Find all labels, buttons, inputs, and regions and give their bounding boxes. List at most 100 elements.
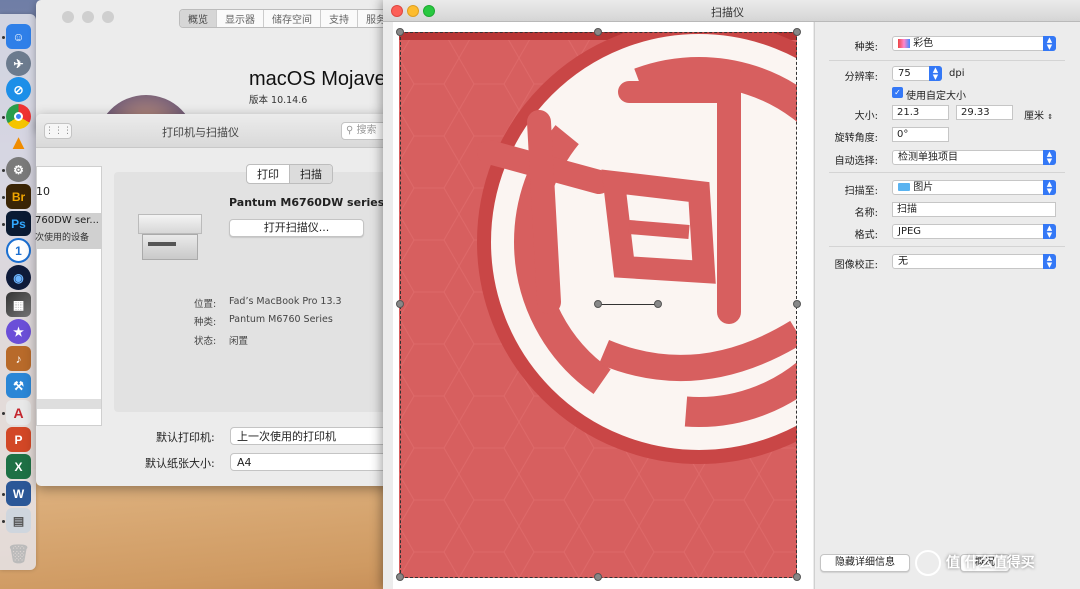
- open-scanner-button[interactable]: 打开扫描仪...: [229, 219, 364, 237]
- paper-size-select[interactable]: A4: [230, 453, 390, 471]
- title-bar: 扫描仪: [383, 0, 1080, 22]
- name-label: 名称:: [854, 208, 878, 219]
- running-dot: [2, 520, 5, 523]
- xcode-icon[interactable]: ⚒: [6, 373, 31, 398]
- launchpad-icon[interactable]: ✈: [6, 51, 31, 76]
- font-book-icon[interactable]: A: [6, 400, 31, 425]
- tab-print[interactable]: 打印: [247, 165, 290, 183]
- window-title: 打印机与扫描仪: [162, 126, 239, 139]
- grid-view-button[interactable]: ⋮⋮⋮: [44, 123, 72, 139]
- auto-select-label: 自动选择:: [834, 156, 878, 167]
- chrome-icon[interactable]: [6, 104, 31, 129]
- rotation-handle[interactable]: [654, 300, 662, 308]
- resize-handle[interactable]: [396, 28, 404, 36]
- height-field[interactable]: 29.33: [956, 105, 1013, 120]
- running-dot: [2, 196, 5, 199]
- tab-scan[interactable]: 扫描: [290, 165, 332, 183]
- powerpoint-icon[interactable]: P: [6, 427, 31, 452]
- resolution-label: 分辨率:: [844, 72, 878, 83]
- folder-icon: [898, 183, 910, 191]
- rotation-handle-line: [598, 304, 658, 305]
- format-select[interactable]: JPEG ▲ ▼: [892, 224, 1056, 239]
- list-item-subtitle: 次使用的设备: [35, 233, 90, 243]
- list-item-selected[interactable]: 760DW ser... 次使用的设备: [35, 213, 101, 249]
- zoom-button[interactable]: [102, 11, 114, 23]
- printers-scanners-window: ⋮⋮⋮ 打印机与扫描仪 ⚲ 搜索 10 760DW ser... 次使用的设备 …: [35, 114, 401, 486]
- image-correction-select[interactable]: 无 ▲ ▼: [892, 254, 1056, 269]
- size-unit-select[interactable]: 厘米 ⇕: [1024, 107, 1053, 122]
- tab-overview[interactable]: 概览: [180, 10, 217, 27]
- status-label: 状态:: [194, 336, 217, 347]
- dock: ☺ ✈ ⊘ ▲ ⚙ Br Ps 1 ◉ ▦ ★ ♪ ⚒ A P X W ▤ 🗑: [0, 14, 36, 570]
- minimize-button[interactable]: [407, 5, 419, 17]
- list-footer: [37, 399, 101, 409]
- list-item-name: 760DW ser...: [35, 215, 99, 226]
- printer-name: Pantum M6760DW series: [229, 196, 385, 209]
- minimize-button[interactable]: [82, 11, 94, 23]
- custom-size-label: 使用自定大小: [906, 91, 966, 102]
- tab-displays[interactable]: 显示器: [217, 10, 264, 27]
- zoom-button[interactable]: [423, 5, 435, 17]
- trash-icon[interactable]: 🗑: [6, 542, 31, 567]
- paper-size-label: 默认纸张大小:: [145, 457, 215, 470]
- tab-storage[interactable]: 储存空间: [264, 10, 321, 27]
- format-label: 格式:: [854, 230, 878, 241]
- resolution-unit: dpi: [949, 68, 965, 79]
- running-dot: [2, 493, 5, 496]
- auto-select-value: 检测单独项目: [898, 152, 958, 163]
- finder-icon[interactable]: ☺: [6, 24, 31, 49]
- imovie-icon[interactable]: ★: [6, 319, 31, 344]
- kind-select[interactable]: 彩色 ▲ ▼: [892, 36, 1056, 51]
- size-label: 大小:: [854, 111, 878, 122]
- hide-details-button[interactable]: 隐藏详细信息: [820, 554, 910, 572]
- divider: [829, 60, 1065, 61]
- running-dot: [2, 412, 5, 415]
- close-button[interactable]: [62, 11, 74, 23]
- divider: [829, 246, 1065, 247]
- resize-handle[interactable]: [793, 28, 801, 36]
- close-button[interactable]: [391, 5, 403, 17]
- auto-select-select[interactable]: 检测单独项目 ▲ ▼: [892, 150, 1056, 165]
- scan-to-select[interactable]: 图片 ▲ ▼: [892, 180, 1056, 195]
- 1password-icon[interactable]: 1: [6, 238, 31, 263]
- default-printer-select[interactable]: 上一次使用的打印机: [230, 427, 390, 445]
- photoshop-icon[interactable]: Ps: [6, 211, 31, 236]
- status-value: 闲置: [229, 336, 249, 347]
- scanner-app-icon[interactable]: ▤: [6, 508, 31, 533]
- resize-handle[interactable]: [396, 573, 404, 581]
- resize-handle[interactable]: [594, 28, 602, 36]
- resolution-combo[interactable]: 75 ▲ ▼: [892, 66, 942, 81]
- tab-support[interactable]: 支持: [321, 10, 358, 27]
- safari-icon[interactable]: ⊘: [6, 77, 31, 102]
- excel-icon[interactable]: X: [6, 454, 31, 479]
- printer-list: 10 760DW ser... 次使用的设备: [35, 166, 102, 426]
- resize-handle[interactable]: [793, 300, 801, 308]
- scan-to-label: 扫描至:: [844, 186, 878, 197]
- size-unit-value: 厘米: [1024, 111, 1044, 122]
- system-preferences-icon[interactable]: ⚙: [6, 157, 31, 182]
- name-field[interactable]: 扫描: [892, 202, 1056, 217]
- cinema4d-icon[interactable]: ◉: [6, 265, 31, 290]
- resize-handle[interactable]: [396, 300, 404, 308]
- vlc-icon[interactable]: ▲: [6, 131, 31, 156]
- about-tabs: 概览 显示器 储存空间 支持 服务: [179, 9, 395, 28]
- print-scan-tabs: 打印 扫描: [246, 164, 333, 184]
- kind-value: Pantum M6760 Series: [229, 314, 333, 325]
- printer-image: [134, 210, 206, 266]
- custom-size-checkbox[interactable]: ✓: [892, 87, 903, 98]
- running-dot: [2, 36, 5, 39]
- resize-handle[interactable]: [793, 573, 801, 581]
- word-icon[interactable]: W: [6, 481, 31, 506]
- watermark-text: 值 什么值得买: [945, 555, 1035, 571]
- rotation-field[interactable]: 0°: [892, 127, 949, 142]
- width-field[interactable]: 21.3: [892, 105, 949, 120]
- updown-arrows-icon: ▲ ▼: [929, 66, 942, 81]
- final-cut-icon[interactable]: ▦: [6, 292, 31, 317]
- rotation-center-handle[interactable]: [594, 300, 602, 308]
- garageband-icon[interactable]: ♪: [6, 346, 31, 371]
- bridge-icon[interactable]: Br: [6, 184, 31, 209]
- resize-handle[interactable]: [594, 573, 602, 581]
- list-item[interactable]: 10: [36, 185, 50, 198]
- updown-arrows-icon: ▲ ▼: [1043, 150, 1056, 165]
- default-printer-label: 默认打印机:: [156, 431, 215, 444]
